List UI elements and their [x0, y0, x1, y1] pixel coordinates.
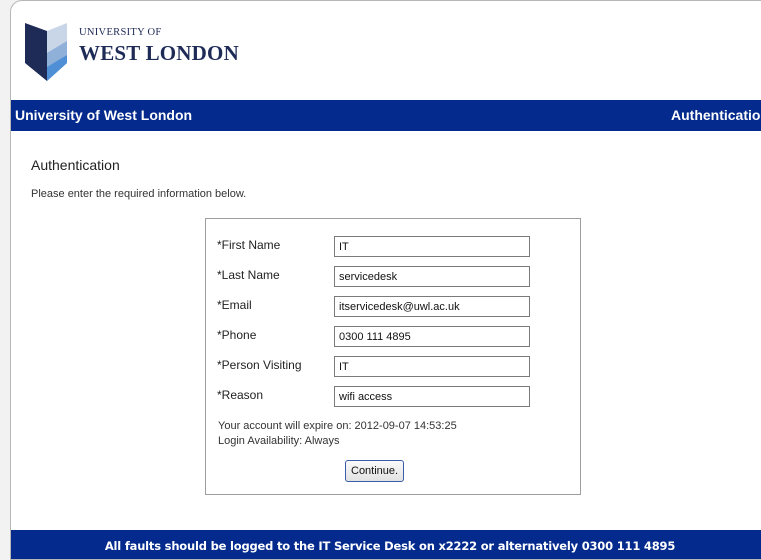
first-name-input[interactable]: [334, 236, 530, 257]
last-name-input[interactable]: [334, 266, 530, 287]
header-bar: University of West London Authentication: [11, 100, 761, 131]
footer-text: All faults should be logged to the IT Se…: [104, 539, 676, 553]
header-site-name: University of West London: [15, 107, 193, 123]
header-section-name: Authentication: [671, 107, 761, 123]
logo-text-line2: WEST LONDON: [79, 41, 239, 65]
login-availability-text: Login Availability: Always: [218, 435, 340, 447]
continue-button[interactable]: Continue.: [345, 460, 405, 482]
email-row: *Email: [206, 295, 580, 319]
person-visiting-label: *Person Visiting: [217, 358, 302, 372]
phone-row: *Phone: [206, 325, 580, 349]
reason-input[interactable]: [334, 386, 530, 407]
account-expiry-text: Your account will expire on: 2012-09-07 …: [218, 420, 457, 432]
last-name-label: *Last Name: [217, 268, 280, 282]
footer-bar: All faults should be logged to the IT Se…: [11, 530, 761, 559]
browser-frame: UNIVERSITY OF WEST LONDON University of …: [10, 0, 761, 560]
university-logo: UNIVERSITY OF WEST LONDON: [23, 23, 323, 83]
first-name-row: *First Name: [206, 235, 580, 259]
person-visiting-row: *Person Visiting: [206, 355, 580, 379]
first-name-label: *First Name: [217, 238, 281, 252]
auth-form: *First Name *Last Name *Email *Phone *Pe…: [205, 218, 581, 495]
logo-text-line1: UNIVERSITY OF: [79, 27, 162, 38]
last-name-row: *Last Name: [206, 265, 580, 289]
page-title: Authentication: [31, 157, 120, 173]
reason-row: *Reason: [206, 385, 580, 409]
phone-input[interactable]: [334, 326, 530, 347]
phone-label: *Phone: [217, 328, 257, 342]
person-visiting-input[interactable]: [334, 356, 530, 377]
reason-label: *Reason: [217, 388, 264, 402]
email-label: *Email: [217, 298, 252, 312]
uwl-logo-icon: [25, 23, 67, 81]
email-input[interactable]: [334, 296, 530, 317]
intro-text: Please enter the required information be…: [31, 188, 247, 200]
